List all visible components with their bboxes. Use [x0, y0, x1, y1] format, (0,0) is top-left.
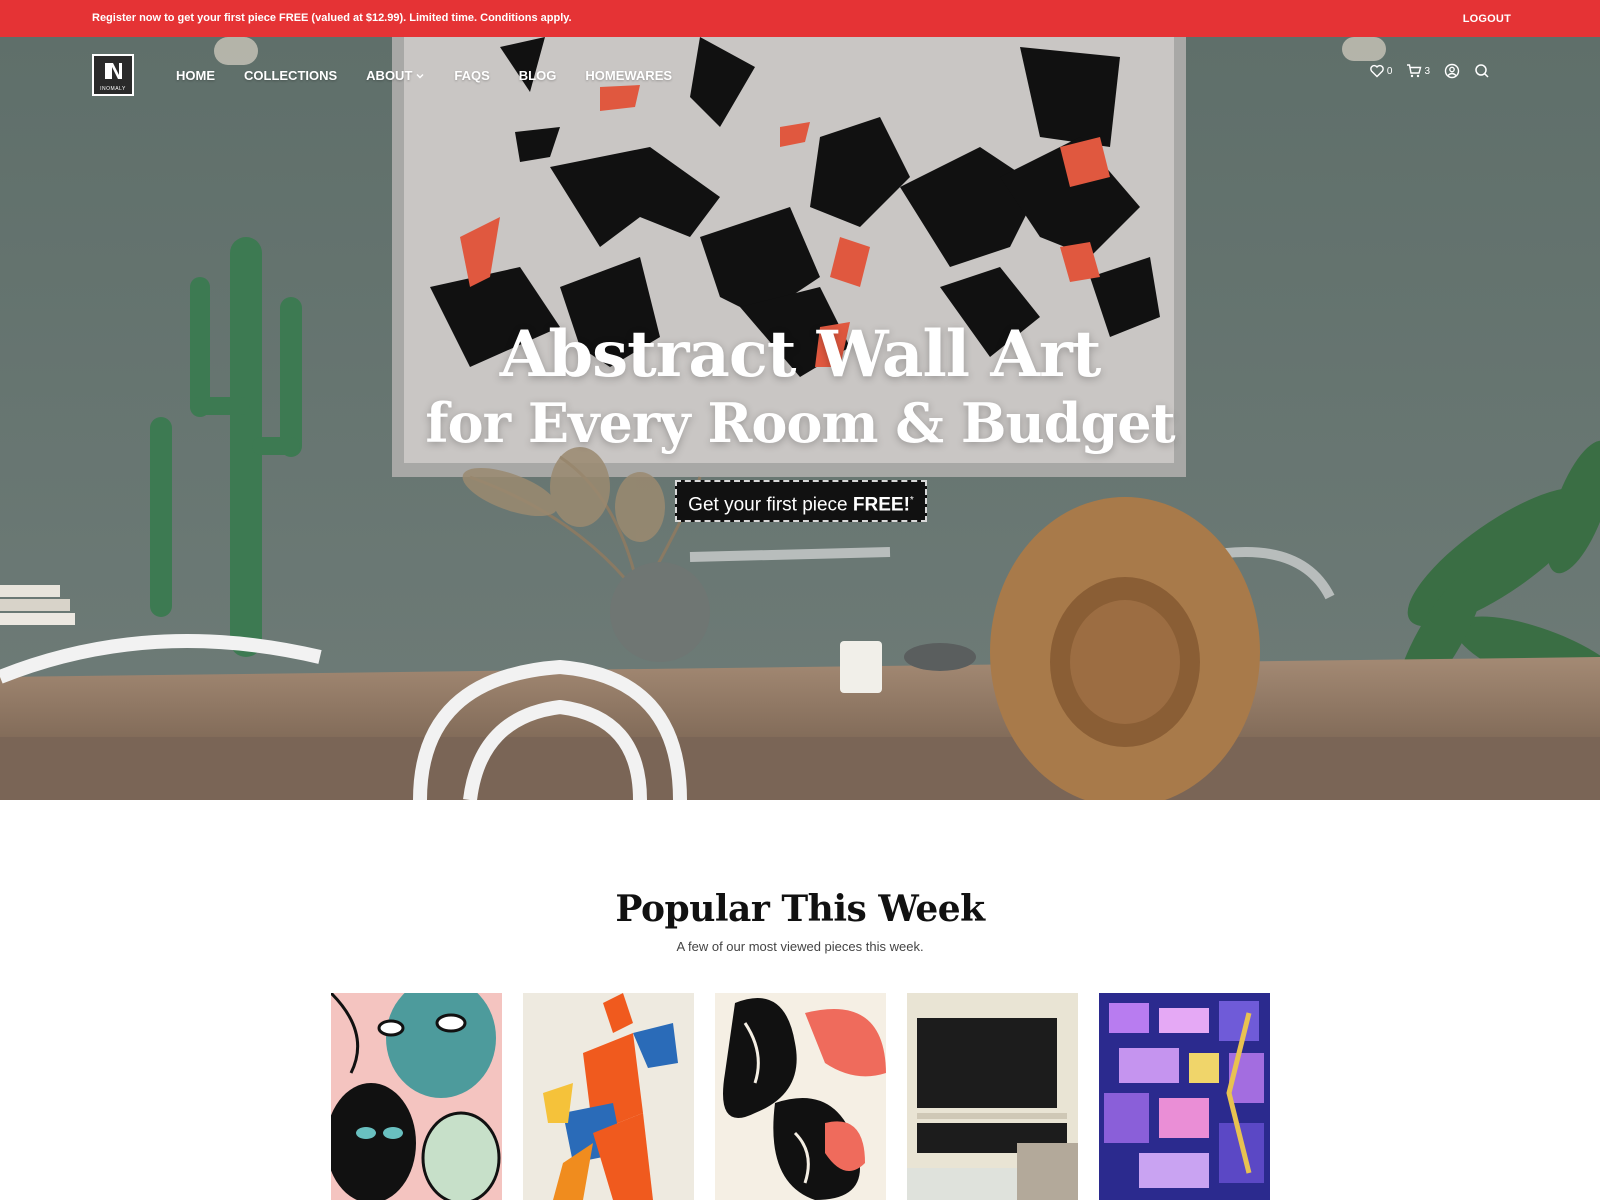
search-button[interactable] — [1474, 63, 1490, 79]
heart-icon — [1370, 64, 1384, 78]
account-icon — [1444, 63, 1460, 79]
popular-section-subtitle: A few of our most viewed pieces this wee… — [676, 939, 924, 954]
nav-about-label: ABOUT — [366, 68, 413, 83]
wishlist-button[interactable]: 0 — [1369, 63, 1393, 79]
product-card-organic-shapes[interactable] — [715, 993, 886, 1200]
brand-logo[interactable]: INOMALY — [92, 54, 134, 96]
cta-prefix: Get your first piece — [688, 494, 853, 516]
product-card-purple-mosaic[interactable] — [1099, 993, 1270, 1200]
hero-banner: INOMALY HOME COLLECTIONS ABOUT FAQS BLOG… — [0, 37, 1600, 800]
product-card-dark-brushstroke[interactable] — [907, 993, 1078, 1200]
hero-heading: Abstract Wall Art for Every Room & Budge… — [0, 317, 1600, 453]
search-icon — [1475, 64, 1489, 78]
cta-emphasis: FREE! — [852, 494, 910, 516]
nav-homewares[interactable]: HOMEWARES — [585, 68, 672, 83]
nav-home[interactable]: HOME — [176, 68, 215, 83]
nav-faqs[interactable]: FAQS — [454, 68, 489, 83]
brand-name: INOMALY — [100, 86, 126, 92]
chevron-down-icon — [416, 73, 424, 78]
popular-section-title: Popular This Week — [615, 888, 985, 930]
product-card-dancer[interactable] — [523, 993, 694, 1200]
cart-icon — [1407, 64, 1422, 78]
artwork-faces-image — [331, 993, 502, 1200]
wishlist-count: 0 — [1386, 65, 1393, 77]
announcement-bar: Register now to get your first piece FRE… — [0, 0, 1600, 37]
cta-asterisk: * — [909, 495, 914, 506]
artwork-organic-shapes-image — [715, 993, 886, 1200]
popular-products-grid — [331, 993, 1271, 1200]
header-tools: 0 3 — [1355, 63, 1490, 79]
hero-title-line1: Abstract Wall Art — [499, 317, 1102, 392]
nav-collections[interactable]: COLLECTIONS — [244, 68, 337, 83]
artwork-mosaic-image — [1099, 993, 1270, 1200]
artwork-brushstroke-image — [907, 993, 1078, 1200]
artwork-dancer-image — [523, 993, 694, 1200]
main-navigation: INOMALY HOME COLLECTIONS ABOUT FAQS BLOG… — [0, 37, 1600, 117]
nav-about[interactable]: ABOUT — [366, 68, 425, 83]
nav-menu: HOME COLLECTIONS ABOUT FAQS BLOG HOMEWAR… — [176, 68, 701, 83]
hero-title-line2: for Every Room & Budget — [425, 391, 1175, 455]
announcement-text: Register now to get your first piece FRE… — [92, 12, 572, 24]
nav-blog[interactable]: BLOG — [519, 68, 557, 83]
inomaly-logo-icon — [105, 63, 122, 79]
free-piece-cta-button[interactable]: Get your first piece FREE!* — [675, 480, 927, 522]
cart-count: 3 — [1424, 65, 1430, 77]
product-card-abstract-faces[interactable] — [331, 993, 502, 1200]
cart-button[interactable]: 3 — [1406, 63, 1430, 79]
logout-link[interactable]: LOGOUT — [1463, 13, 1511, 25]
account-button[interactable] — [1444, 63, 1460, 79]
